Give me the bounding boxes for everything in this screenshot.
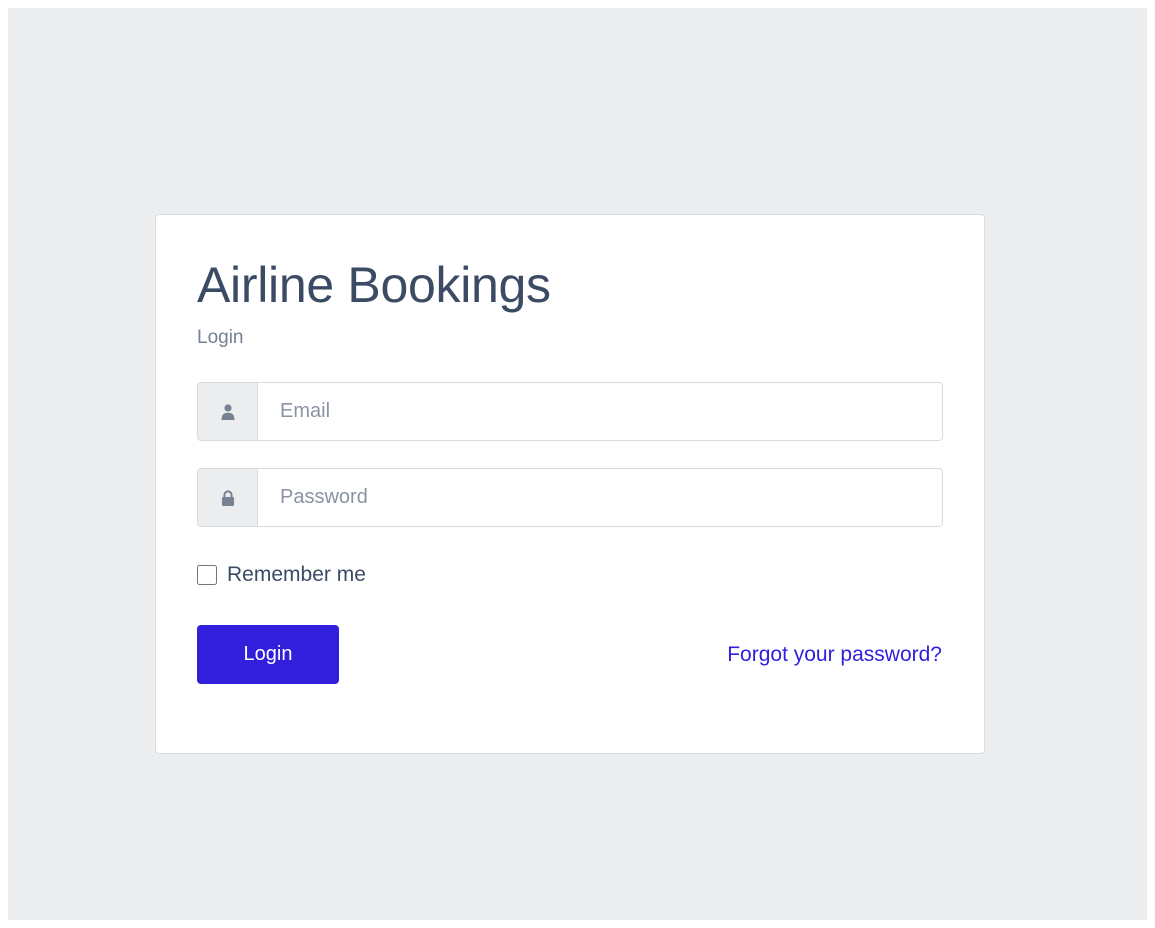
form-actions: Login Forgot your password? bbox=[197, 625, 943, 684]
remember-me-row: Remember me bbox=[197, 563, 943, 587]
page-title: Airline Bookings bbox=[197, 257, 551, 313]
password-input-group bbox=[197, 468, 943, 527]
remember-me-checkbox[interactable] bbox=[197, 565, 217, 585]
email-input[interactable] bbox=[258, 383, 942, 440]
forgot-password-link[interactable]: Forgot your password? bbox=[727, 643, 942, 667]
login-card: Airline Bookings Login Remember m bbox=[155, 214, 985, 754]
email-input-group bbox=[197, 382, 943, 441]
page-background: Airline Bookings Login Remember m bbox=[8, 8, 1147, 920]
remember-me-label: Remember me bbox=[227, 563, 366, 586]
password-input[interactable] bbox=[258, 469, 942, 526]
login-button[interactable]: Login bbox=[197, 625, 339, 684]
lock-icon bbox=[198, 469, 258, 526]
login-subtitle: Login bbox=[197, 327, 244, 348]
user-icon bbox=[198, 383, 258, 440]
